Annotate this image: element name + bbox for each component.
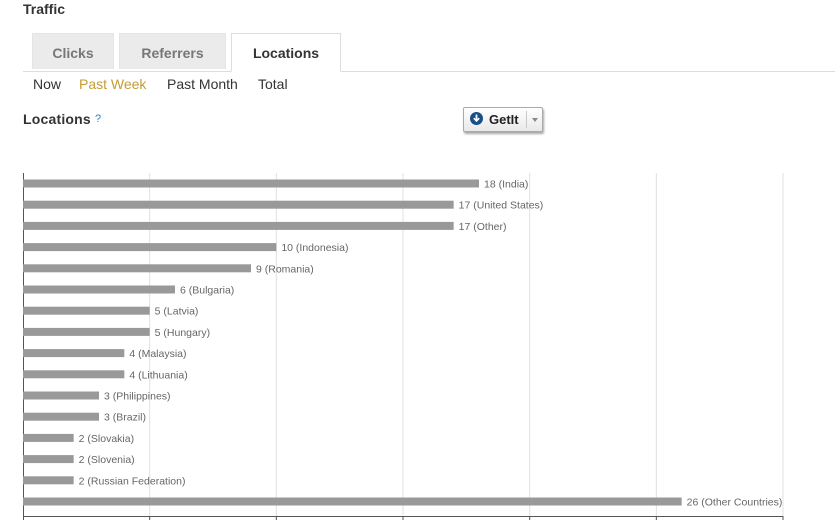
bar-label: 17 (United States): [459, 200, 544, 212]
bar: [23, 497, 682, 506]
bar: [23, 327, 150, 336]
bar-label: 2 (Slovenia): [79, 454, 135, 466]
bar-label: 5 (Hungary): [155, 327, 210, 339]
bar-label: 5 (Latvia): [155, 306, 199, 318]
bar: [23, 391, 99, 400]
bar: [23, 221, 454, 230]
bar-label: 2 (Russian Federation): [79, 475, 186, 487]
bar: [23, 412, 99, 421]
bar: [23, 179, 479, 188]
bar: [23, 349, 125, 358]
bar: [23, 455, 74, 464]
bar: [23, 264, 251, 273]
bar: [23, 243, 277, 252]
bar-label: 3 (Brazil): [104, 412, 146, 424]
bar-label: 2 (Slovakia): [79, 433, 134, 445]
bar-label: 4 (Malaysia): [129, 348, 186, 360]
bar: [23, 370, 125, 379]
bar: [23, 285, 175, 294]
bar-label: 3 (Philippines): [104, 391, 171, 403]
bar-label: 9 (Romania): [256, 263, 314, 275]
bar: [23, 433, 74, 442]
bar-label: 26 (Other Countries): [687, 497, 783, 509]
bar: [23, 200, 454, 209]
bar-label: 17 (Other): [459, 221, 507, 233]
bar-label: 6 (Bulgaria): [180, 285, 234, 297]
locations-bar-chart: 18 (India) 17 (United States) 17 (Other) 10…: [23, 173, 784, 520]
bar: [23, 476, 74, 485]
bar-label: 4 (Lithuania): [129, 369, 187, 381]
bar-label: 18 (India): [484, 179, 528, 191]
bar-label: 10 (Indonesia): [281, 242, 348, 254]
bar: [23, 306, 150, 315]
